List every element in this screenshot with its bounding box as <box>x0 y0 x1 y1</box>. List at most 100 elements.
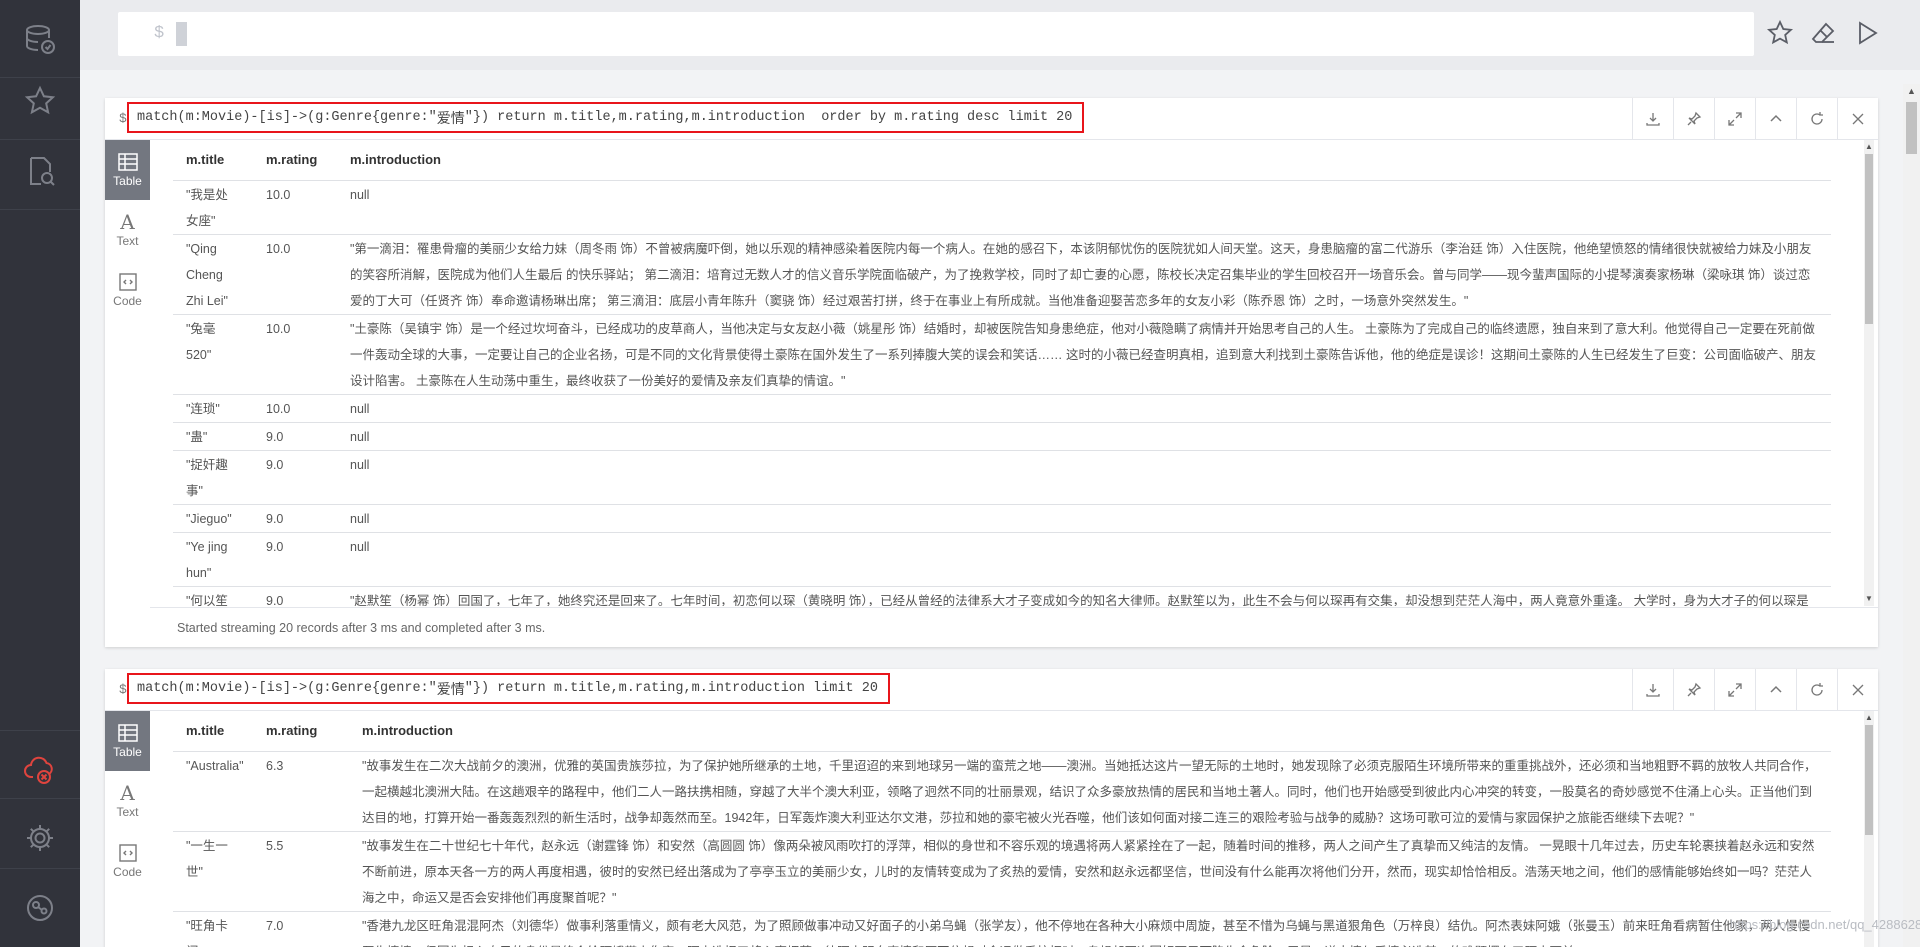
table-icon <box>117 152 138 171</box>
cell-intro: null <box>337 180 1831 235</box>
query-suffix: "}) return m.title,m.rating,m.introducti… <box>464 110 1073 125</box>
view-tabs: Table A Text Code <box>105 711 150 891</box>
query-prefix: match(m:Movie)-[is]->(g:Genre{genre:" <box>137 110 437 125</box>
column-header: m.introduction <box>337 140 1831 181</box>
frame-header: $ match(m:Movie)-[is]->(g:Genre{genre:" 爱… <box>105 669 1878 711</box>
editor-prompt: $ <box>154 24 165 43</box>
rerun-button[interactable] <box>1796 98 1837 140</box>
collapse-button[interactable] <box>1755 98 1796 140</box>
cypher-editor-input[interactable]: $ <box>118 12 1754 56</box>
tab-code-label: Code <box>113 864 142 879</box>
page-scroll-up-arrow[interactable]: ▲ <box>1903 86 1920 96</box>
view-tabs: Table A Text Code <box>105 140 150 320</box>
close-frame-button[interactable] <box>1837 669 1878 711</box>
table-row: "我是处女座" 10.0 null <box>173 180 1831 235</box>
tab-table[interactable]: Table <box>105 711 150 771</box>
text-icon: A <box>120 781 135 805</box>
cell-rating: 6.3 <box>253 751 349 832</box>
tab-table-label: Table <box>113 744 142 759</box>
query-editor-bar: $ <box>80 0 1920 70</box>
cell-intro: null <box>337 504 1831 533</box>
table-row: "连琐" 10.0 null <box>173 394 1831 423</box>
tab-table-label: Table <box>113 173 142 188</box>
documents-search-icon[interactable] <box>0 132 80 210</box>
cell-intro: "香港九龙区旺角混混阿杰（刘德华）做事利落重情义，颇有老大风范，为了照顾做事冲动… <box>349 911 1831 947</box>
table-row: "Qing Cheng Zhi Lei" 10.0 "第一滴泪：罹患骨瘤的美丽少女给… <box>173 234 1831 315</box>
tab-code-label: Code <box>113 293 142 308</box>
cloud-disconnected-icon[interactable] <box>0 730 80 808</box>
column-header: m.rating <box>253 711 349 752</box>
cell-intro: "土豪陈（吴镇宇 饰）是一个经过坎坷奋斗，已经成功的皮草商人，当他决定与女友赵小… <box>337 314 1831 395</box>
table-row: "Jieguo" 9.0 null <box>173 504 1831 533</box>
table-scrollbar[interactable]: ▲ ▼ <box>1864 140 1874 606</box>
favorite-star-button[interactable] <box>1763 16 1797 50</box>
code-icon <box>118 272 137 291</box>
cell-intro: null <box>337 450 1831 505</box>
cell-title: "捉奸趣事" <box>173 450 253 505</box>
frame-query-text[interactable]: match(m:Movie)-[is]->(g:Genre{genre:" 爱情 "… <box>127 673 890 704</box>
cell-title: "我是处女座" <box>173 180 253 235</box>
page-scroll-thumb[interactable] <box>1906 102 1917 154</box>
cell-title: "旺角卡门" <box>173 911 253 947</box>
result-frame-1: $ match(m:Movie)-[is]->(g:Genre{genre:" 爱… <box>105 98 1878 647</box>
cell-title: "兔毫520" <box>173 314 253 395</box>
cell-rating: 9.0 <box>253 532 337 587</box>
cell-rating: 9.0 <box>253 504 337 533</box>
frame-dollar: $ <box>119 111 127 126</box>
text-icon: A <box>120 210 135 234</box>
tab-code[interactable]: Code <box>105 831 150 891</box>
table-row: "Ye jing hun" 9.0 null <box>173 532 1831 587</box>
cell-intro: "故事发生在二十世纪七十年代，赵永远（谢霆锋 饰）和安然（高圆圆 饰）像两朵被风… <box>349 831 1831 912</box>
table-row: "兔毫520" 10.0 "土豪陈（吴镇宇 饰）是一个经过坎坷奋斗，已经成功的皮草商… <box>173 314 1831 395</box>
cell-intro: "第一滴泪：罹患骨瘤的美丽少女给力妹（周冬雨 饰）不曾被病魔吓倒，她以乐观的精神… <box>337 234 1831 315</box>
tab-text[interactable]: A Text <box>105 200 150 260</box>
scroll-thumb[interactable] <box>1865 154 1873 324</box>
rerun-button[interactable] <box>1796 669 1837 711</box>
tab-code[interactable]: Code <box>105 260 150 320</box>
cell-rating: 10.0 <box>253 234 337 315</box>
cell-rating: 7.0 <box>253 911 349 947</box>
scroll-thumb[interactable] <box>1865 725 1873 835</box>
scroll-down-arrow[interactable]: ▼ <box>1864 594 1874 604</box>
cell-intro: null <box>337 422 1831 451</box>
collapse-button[interactable] <box>1755 669 1796 711</box>
table-scrollbar[interactable]: ▲ <box>1864 711 1874 947</box>
column-header: m.introduction <box>349 711 1831 752</box>
pin-button[interactable] <box>1673 98 1714 140</box>
tab-table[interactable]: Table <box>105 140 150 200</box>
column-header: m.title <box>173 711 253 752</box>
scroll-up-arrow[interactable]: ▲ <box>1864 713 1874 723</box>
cell-title: "何以笙箫默" <box>173 586 253 606</box>
editor-cursor <box>176 22 187 46</box>
page-scrollbar[interactable]: ▲ <box>1903 84 1920 947</box>
close-frame-button[interactable] <box>1837 98 1878 140</box>
column-header: m.title <box>173 140 253 181</box>
table-row: "何以笙箫默"9.0"赵默笙（杨幂 饰）回国了，七年了，她终究还是回来了。七年时… <box>173 586 1831 606</box>
table-row: "Australia" 6.3 "故事发生在二次大战前夕的澳洲，优雅的英国贵族莎拉，… <box>173 751 1831 832</box>
export-download-button[interactable] <box>1632 98 1673 140</box>
results-table: m.title m.rating m.introduction "Austral… <box>173 711 1831 947</box>
table-row: "蛊" 9.0 null <box>173 422 1831 451</box>
clear-eraser-button[interactable] <box>1807 16 1841 50</box>
cell-title: "Australia" <box>173 751 253 832</box>
fullscreen-button[interactable] <box>1714 98 1755 140</box>
export-download-button[interactable] <box>1632 669 1673 711</box>
cell-rating: 10.0 <box>253 394 337 423</box>
run-play-button[interactable] <box>1850 16 1884 50</box>
query-suffix: "}) return m.title,m.rating,m.introducti… <box>464 681 878 696</box>
favorites-star-icon[interactable] <box>0 62 80 140</box>
about-neo4j-icon[interactable] <box>0 868 80 946</box>
column-header: m.rating <box>253 140 337 181</box>
cell-rating: 9.0 <box>253 422 337 451</box>
pin-button[interactable] <box>1673 669 1714 711</box>
cell-title: "Jieguo" <box>173 504 253 533</box>
fullscreen-button[interactable] <box>1714 669 1755 711</box>
frame-query-text[interactable]: match(m:Movie)-[is]->(g:Genre{genre:" 爱情 "… <box>127 102 1085 133</box>
cell-title: "蛊" <box>173 422 253 451</box>
cell-rating: 10.0 <box>253 180 337 235</box>
query-prefix: match(m:Movie)-[is]->(g:Genre{genre:" <box>137 681 437 696</box>
results-table-container: m.title m.rating m.introduction "我是处女座" 1… <box>173 140 1845 606</box>
scroll-up-arrow[interactable]: ▲ <box>1864 142 1874 152</box>
tab-text[interactable]: A Text <box>105 771 150 831</box>
settings-gear-icon[interactable] <box>0 798 80 876</box>
